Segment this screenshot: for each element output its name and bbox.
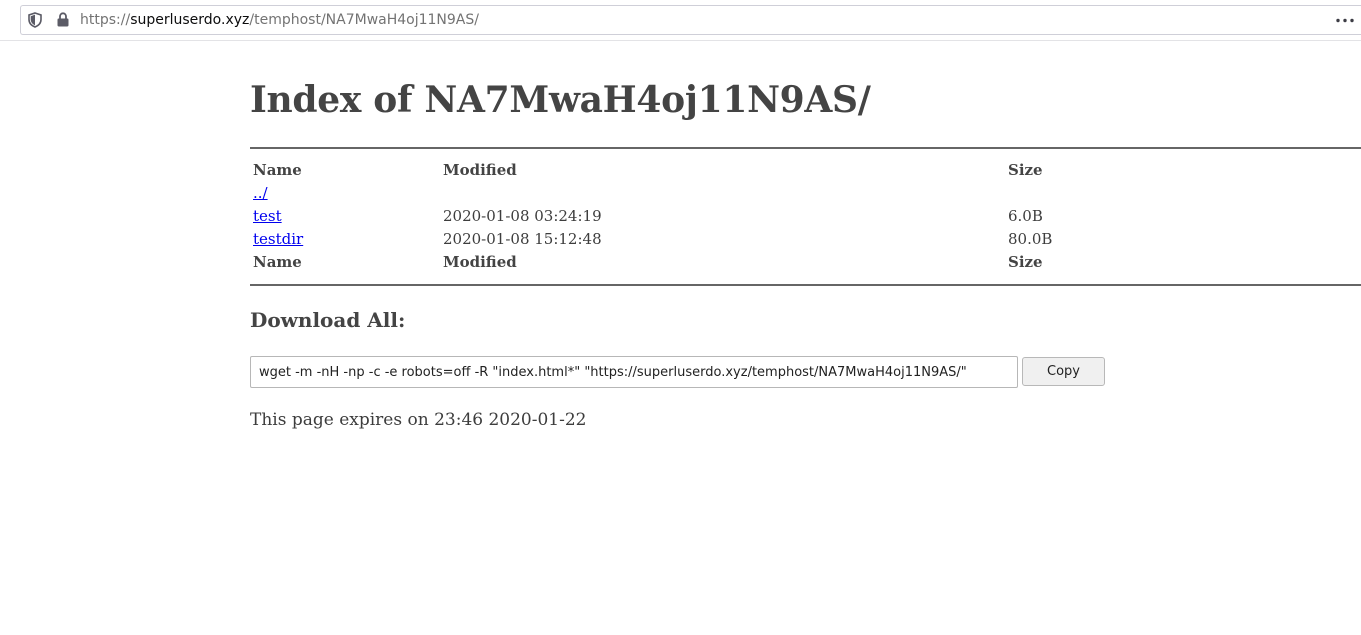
download-command-field[interactable] <box>250 356 1018 388</box>
shield-icon[interactable] <box>28 12 42 28</box>
url-path: /temphost/NA7MwaH4oj11N9AS/ <box>249 12 479 28</box>
download-all-heading: Download All: <box>250 308 406 332</box>
header-size[interactable]: Size <box>1008 160 1043 180</box>
copy-button[interactable]: Copy <box>1022 357 1105 386</box>
url-text[interactable]: https://superluserdo.xyz/temphost/NA7Mwa… <box>80 11 479 29</box>
url-prefix: https:// <box>80 12 131 28</box>
table-row-parent: ../ <box>253 183 268 203</box>
table-bottom-rule <box>250 284 1361 286</box>
table-row-test: test <box>253 206 282 226</box>
expiry-notice: This page expires on 23:46 2020-01-22 <box>250 410 587 430</box>
page-title: Index of NA7MwaH4oj11N9AS/ <box>250 79 871 121</box>
file-link-testdir[interactable]: testdir <box>253 230 303 248</box>
file-link-test[interactable]: test <box>253 207 282 225</box>
url-host: superluserdo.xyz <box>130 12 250 28</box>
modified-testdir: 2020-01-08 15:12:48 <box>443 230 602 248</box>
footer-name[interactable]: Name <box>253 252 302 272</box>
parent-dir-link[interactable]: ../ <box>253 184 268 202</box>
browser-toolbar: https://superluserdo.xyz/temphost/NA7Mwa… <box>0 0 1361 41</box>
lock-icon[interactable] <box>57 12 69 27</box>
table-row-testdir: testdir <box>253 229 303 249</box>
header-name[interactable]: Name <box>253 160 302 180</box>
size-testdir: 80.0B <box>1008 230 1053 248</box>
header-modified[interactable]: Modified <box>443 160 517 180</box>
modified-test: 2020-01-08 03:24:19 <box>443 207 602 225</box>
footer-modified[interactable]: Modified <box>443 252 517 272</box>
footer-size[interactable]: Size <box>1008 252 1043 272</box>
table-top-rule <box>250 147 1361 149</box>
size-test: 6.0B <box>1008 207 1043 225</box>
more-actions-icon[interactable] <box>1335 18 1355 23</box>
